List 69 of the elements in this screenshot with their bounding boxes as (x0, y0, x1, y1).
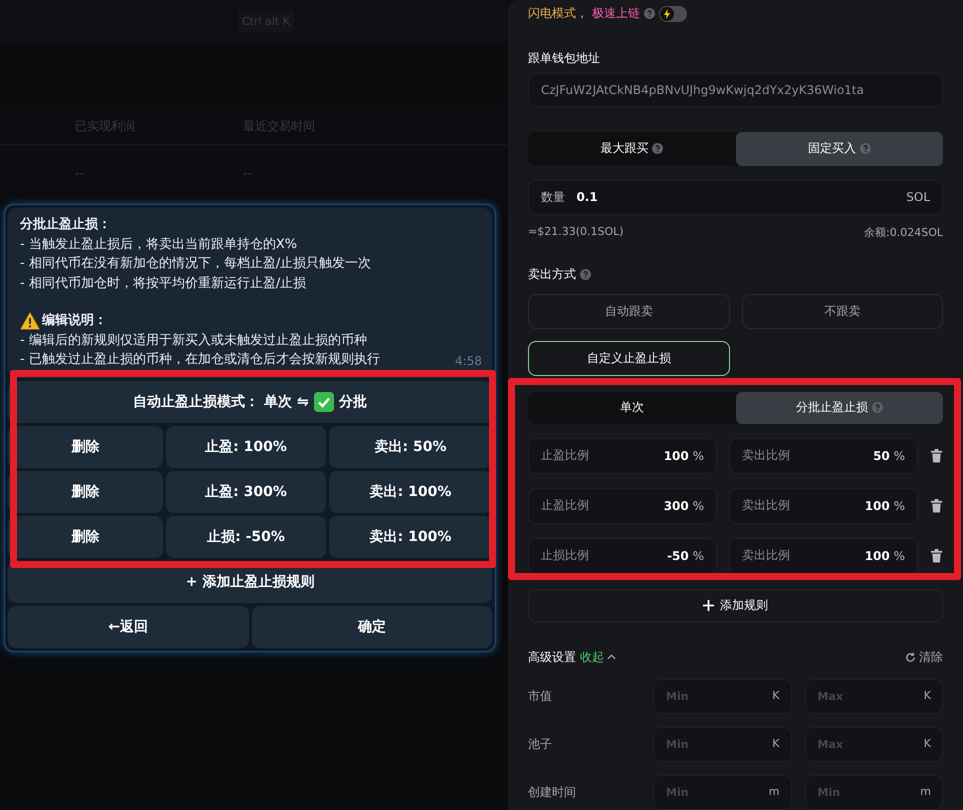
rule-button[interactable]: 止盈: 100% (166, 426, 326, 468)
sell-mode-button[interactable]: 不跟卖 (742, 294, 943, 329)
buy-mode-tab[interactable]: 固定买入 (736, 132, 943, 166)
message-time: 4:58 (455, 353, 482, 370)
back-button[interactable]: ←返回 (8, 606, 248, 648)
note-title: 编辑说明： (42, 312, 107, 330)
lightning-label: 闪电模式， (528, 5, 588, 22)
delete-button[interactable]: 删除 (8, 470, 163, 512)
unit-label: K (924, 688, 931, 702)
rule-button[interactable]: 止盈: 300% (166, 470, 326, 512)
wallet-address-field[interactable]: CzJFuW2JAtCkNB4pBNvUJhg9wKwjq2dYx2yK36Wio1ta (528, 73, 943, 108)
refresh-icon (905, 652, 916, 663)
advanced-label: 高级设置 (528, 648, 576, 666)
unit-label: K (924, 736, 931, 750)
rule-button[interactable]: 卖出: 50% (329, 426, 492, 468)
help-icon[interactable] (652, 143, 664, 154)
unit-label: K (772, 736, 780, 750)
help-icon[interactable] (860, 143, 871, 154)
message-line: - 编辑后的新规则仅适用于新买入或未触发过止盈止损的币种 (20, 332, 367, 350)
delete-button[interactable]: 删除 (8, 426, 163, 468)
filter-label: 池子 (528, 736, 553, 753)
ratio-field[interactable]: 卖出比例 50 % (729, 438, 918, 474)
warning-icon (20, 312, 40, 330)
rule-button[interactable]: 止损: -50% (166, 516, 326, 558)
add-rule-button[interactable]: 添加规则 (528, 588, 943, 622)
filter-label: 创建时间 (528, 784, 577, 801)
message-line: - 相同代币在没有新加仓的情况下，每档止盈/止损只触发一次 (20, 255, 372, 273)
table-cell-text: -- (74, 166, 85, 180)
help-icon[interactable] (580, 268, 591, 280)
ratio-field[interactable]: 卖出比例 100 % (729, 488, 918, 524)
unit-label: m (920, 784, 931, 798)
help-icon[interactable] (872, 402, 883, 414)
estimate-text: ≈$21.33(0.1SOL) (528, 225, 624, 240)
message-title: 分批止盈止损： (20, 216, 111, 234)
message-line: - 已触发过止盈止损的币种，在加仓或清仓后才会按新规则执行 (20, 351, 380, 369)
wallet-label: 跟单钱包地址 (528, 50, 601, 67)
filter-label: 市值 (528, 688, 553, 705)
clear-button[interactable]: 清除 (905, 648, 943, 666)
trash-icon[interactable] (930, 448, 943, 464)
plus-icon (703, 600, 714, 611)
unit-label: K (772, 688, 780, 702)
help-icon[interactable] (644, 8, 655, 20)
lightning-highlight: 极速上链 (592, 5, 640, 22)
caret-up-icon (607, 654, 616, 660)
rule-button[interactable]: 卖出: 100% (329, 470, 492, 512)
ratio-field[interactable]: 止盈比例 100 % (528, 438, 717, 474)
confirm-button[interactable]: 确定 (252, 606, 492, 648)
sell-mode-button[interactable]: 自定义止盈止损 (528, 340, 730, 376)
ratio-field[interactable]: 止盈比例 300 % (528, 488, 717, 524)
ratio-field[interactable]: 止损比例 -50 % (528, 538, 717, 574)
trash-icon[interactable] (930, 498, 943, 514)
rule-button[interactable]: 卖出: 100% (329, 516, 492, 558)
sell-mode-label: 卖出方式 (528, 266, 576, 283)
take-profit-tab[interactable]: 分批止盈止损 (736, 392, 943, 424)
balance-text: 余额:0.024SOL (864, 225, 943, 240)
unit-label: m (768, 784, 780, 798)
lightning-toggle[interactable] (659, 6, 687, 22)
message-line: - 当触发止盈止损后，将卖出当前跟单持仓的X% (20, 236, 298, 254)
take-profit-tab[interactable]: 单次 (528, 392, 736, 424)
delete-button[interactable]: 删除 (8, 516, 163, 558)
mode-button[interactable]: 自动止盈止损模式： 单次 ⇋ 分批 (8, 380, 492, 422)
trash-icon[interactable] (930, 548, 943, 564)
buy-mode-tab[interactable]: 最大跟买 (528, 132, 736, 166)
table-cell: -- (243, 166, 252, 180)
sell-mode-button[interactable]: 自动跟卖 (528, 294, 730, 329)
amount-field[interactable]: 数量 0.1 SOL (528, 180, 943, 216)
ratio-field[interactable]: 卖出比例 100 % (729, 538, 918, 574)
message-line: - 相同代币加仓时，将按平均价重新运行止盈/止损 (20, 274, 306, 292)
collapse-link[interactable]: 收起 (580, 648, 616, 666)
